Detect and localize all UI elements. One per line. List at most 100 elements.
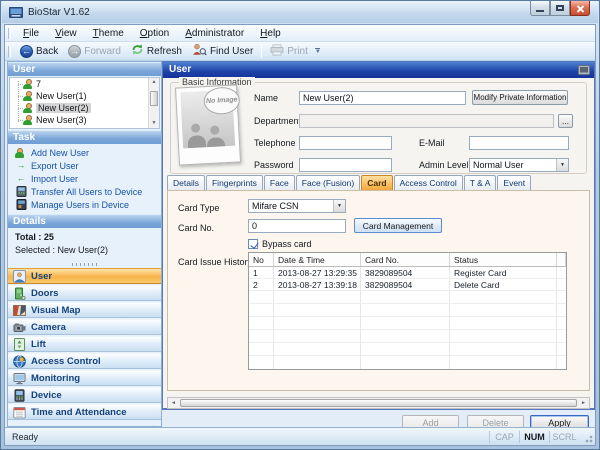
refresh-button[interactable]: Refresh: [126, 42, 187, 60]
sidebar-user-header: User: [8, 62, 161, 76]
find-user-button[interactable]: Find User: [187, 42, 258, 60]
menubar: File View Theme Option Administrator Hel…: [5, 25, 595, 42]
task-export-user[interactable]: → Export User: [8, 159, 161, 172]
task-add-new-user[interactable]: Add New User: [8, 146, 161, 159]
tree-item-selected[interactable]: New User(2): [10, 102, 159, 114]
sidebar-splitter[interactable]: [8, 261, 161, 268]
sidebar-nav-doors[interactable]: Doors: [8, 285, 161, 301]
tree-item[interactable]: 7: [10, 78, 159, 90]
card-management-button[interactable]: Card Management: [354, 218, 442, 233]
refresh-icon: [131, 43, 144, 59]
horizontal-scrollbar[interactable]: ◄ ►: [167, 397, 590, 409]
table-row[interactable]: 1 2013-08-27 13:29:35 3829089504 Registe…: [249, 267, 566, 279]
telephone-field[interactable]: [299, 136, 392, 150]
menu-file[interactable]: File: [15, 27, 47, 40]
tree-item[interactable]: New User(3): [10, 114, 159, 126]
password-field[interactable]: [299, 158, 392, 172]
combo-arrow-icon: ▼: [333, 200, 345, 212]
table-header-row[interactable]: No Date & Time Card No. Status: [249, 253, 566, 267]
app-icon: [9, 6, 23, 18]
tab-fingerprints[interactable]: Fingerprints: [205, 175, 263, 190]
cap-indicator: CAP: [489, 430, 519, 443]
admin-level-select[interactable]: Normal User ▼: [469, 158, 569, 172]
tree-item-label: 7: [36, 79, 42, 89]
print-label: Print: [287, 45, 308, 57]
close-button[interactable]: [570, 1, 590, 16]
column-date-time[interactable]: Date & Time: [274, 253, 361, 266]
back-button[interactable]: ← Back: [15, 44, 63, 59]
scroll-up-icon[interactable]: ▲: [149, 78, 159, 87]
titlebar[interactable]: BioStar V1.62: [2, 1, 598, 23]
toolbar-overflow-chevron[interactable]: ▼: [315, 47, 321, 55]
tab-details[interactable]: Details: [167, 175, 205, 190]
task-import-user[interactable]: ← Import User: [8, 172, 161, 185]
task-transfer-users[interactable]: Transfer All Users to Device: [8, 185, 161, 198]
name-field[interactable]: [299, 91, 466, 105]
email-field[interactable]: [469, 136, 569, 150]
tree-scrollbar-thumb[interactable]: [150, 91, 158, 106]
toolbar: ← Back → Forward Refresh Find User Print…: [5, 42, 595, 61]
resize-grip[interactable]: [582, 432, 594, 444]
tree-item[interactable]: New User(1): [10, 90, 159, 102]
card-issue-history-label: Card Issue History: [178, 257, 253, 267]
table-row[interactable]: 2 2013-08-27 13:39:18 3829089504 Delete …: [249, 279, 566, 291]
sidebar-nav-device[interactable]: Device: [8, 387, 161, 403]
doors-nav-icon: [12, 287, 26, 300]
tab-face-fusion[interactable]: Face (Fusion): [295, 175, 361, 190]
bypass-card-checkbox[interactable]: [248, 239, 258, 249]
cell-date-time: 2013-08-27 13:29:35: [274, 267, 361, 278]
sidebar-nav-access-control[interactable]: Access Control: [8, 353, 161, 369]
card-no-field[interactable]: [248, 219, 346, 233]
card-type-select[interactable]: Mifare CSN ▼: [248, 199, 346, 213]
scroll-left-icon[interactable]: ◄: [168, 400, 179, 406]
column-card-no[interactable]: Card No.: [361, 253, 450, 266]
tab-face[interactable]: Face: [263, 175, 295, 190]
user-icon: [23, 91, 32, 101]
column-no[interactable]: No: [249, 253, 274, 266]
transfer-device-icon: [15, 186, 27, 197]
tab-t-and-a[interactable]: T & A: [463, 175, 497, 190]
department-browse-button[interactable]: ...: [558, 114, 573, 128]
modify-private-info-button[interactable]: Modify Private Information: [472, 90, 568, 105]
tree-scrollbar[interactable]: ▲ ▼: [148, 78, 159, 128]
sidebar-nav-time-attendance[interactable]: Time and Attendance: [8, 404, 161, 420]
table-empty-row: [249, 343, 566, 356]
scrollbar-thumb[interactable]: [180, 399, 577, 407]
menu-theme[interactable]: Theme: [85, 27, 132, 40]
sidebar-nav-user[interactable]: User: [8, 268, 161, 284]
no-image-bubble: No Image: [203, 86, 241, 116]
sidebar-nav-visual-map[interactable]: Visual Map: [8, 302, 161, 318]
minimize-button[interactable]: [530, 1, 550, 16]
scroll-right-icon[interactable]: ►: [578, 400, 589, 406]
sidebar-details-header: Details: [8, 214, 161, 228]
user-photo-placeholder[interactable]: No Image: [175, 84, 241, 166]
tab-card[interactable]: Card: [361, 175, 393, 190]
email-label: E-Mail: [419, 138, 445, 148]
tab-access-control[interactable]: Access Control: [393, 175, 463, 190]
scroll-down-icon[interactable]: ▼: [149, 119, 159, 128]
bypass-card-row[interactable]: Bypass card: [248, 239, 312, 249]
client-area: File View Theme Option Administrator Hel…: [4, 24, 596, 446]
menu-administrator[interactable]: Administrator: [177, 27, 252, 40]
sidebar-nav-monitoring[interactable]: Monitoring: [8, 370, 161, 386]
column-status[interactable]: Status: [450, 253, 557, 266]
user-icon: [23, 103, 32, 113]
cell-no: 1: [249, 267, 274, 278]
panel-window-icon[interactable]: [578, 65, 590, 81]
tab-event[interactable]: Event: [497, 175, 532, 190]
admin-level-value: Normal User: [473, 160, 524, 170]
maximize-button[interactable]: [550, 1, 570, 16]
cell-card-no: 3829089504: [361, 267, 450, 278]
sidebar-nav-lift[interactable]: Lift: [8, 336, 161, 352]
menu-option[interactable]: Option: [132, 27, 177, 40]
find-user-icon: [192, 43, 207, 59]
menu-help[interactable]: Help: [252, 27, 289, 40]
find-user-label: Find User: [209, 45, 254, 57]
menu-view[interactable]: View: [47, 27, 85, 40]
task-manage-users[interactable]: Manage Users in Device: [8, 198, 161, 211]
print-button[interactable]: Print: [265, 43, 313, 60]
cell-card-no: 3829089504: [361, 279, 450, 290]
details-block: Total : 25 Selected : New User(2): [8, 228, 161, 261]
sidebar-nav-camera[interactable]: Camera: [8, 319, 161, 335]
forward-button[interactable]: → Forward: [63, 44, 126, 59]
